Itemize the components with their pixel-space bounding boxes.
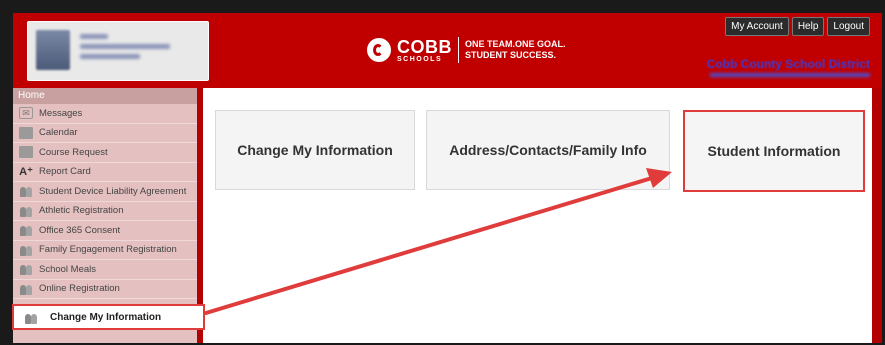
sidebar-item-label: Office 365 Consent [39, 224, 121, 236]
people-icon [24, 310, 42, 324]
slogan-line-1: ONE TEAM.ONE GOAL. [465, 39, 566, 49]
address-contacts-family-card[interactable]: Address/Contacts/Family Info [426, 110, 670, 190]
sidebar-item-label: Messages [39, 107, 83, 119]
cobb-logo-icon [367, 38, 391, 62]
user-id-redacted [80, 54, 140, 59]
portal-window: COBB SCHOOLS ONE TEAM.ONE GOAL. STUDENT … [13, 13, 882, 343]
calendar-icon [19, 126, 33, 139]
logo-slogan: ONE TEAM.ONE GOAL. STUDENT SUCCESS. [465, 39, 566, 61]
sidebar-item-change-my-information[interactable]: Change My Information [12, 304, 205, 330]
district-subtitle-redacted [710, 73, 870, 77]
people-icon [19, 185, 33, 198]
sidebar-item-calendar[interactable]: Calendar [13, 124, 197, 143]
avatar [36, 30, 70, 70]
report-card-icon: A⁺ [19, 166, 33, 179]
change-my-information-card[interactable]: Change My Information [215, 110, 415, 190]
people-icon [19, 205, 33, 217]
user-card[interactable] [27, 21, 209, 81]
user-name-redacted [80, 34, 108, 39]
people-icon [19, 283, 33, 295]
help-button[interactable]: Help [791, 17, 825, 36]
sidebar-home[interactable]: Home [13, 88, 197, 104]
sidebar-item-online-registration[interactable]: Online Registration [13, 280, 197, 299]
my-account-button[interactable]: My Account [725, 17, 789, 36]
sidebar-item-label: Family Engagement Registration [39, 244, 177, 256]
sidebar-item-device-liability[interactable]: Student Device Liability Agreement [13, 182, 197, 202]
main-content: Change My Information Address/Contacts/F… [203, 88, 872, 343]
envelope-icon: ✉ [19, 107, 33, 120]
sidebar-item-athletic-registration[interactable]: Athletic Registration [13, 202, 197, 221]
logo-small: SCHOOLS [397, 55, 443, 63]
sidebar-item-label: Report Card [39, 166, 91, 178]
top-buttons: My Account Help Logout [725, 17, 870, 36]
user-school-redacted [80, 44, 170, 49]
card-label: Student Information [707, 143, 841, 159]
people-icon [19, 224, 33, 237]
district-name: Cobb County School District [706, 57, 870, 71]
sidebar-item-school-meals[interactable]: School Meals [13, 260, 197, 280]
people-icon [19, 244, 33, 256]
card-label: Change My Information [237, 142, 393, 158]
sidebar-item-label: Calendar [39, 127, 78, 139]
logo-word: COBB [397, 36, 452, 57]
sidebar-item-label: Online Registration [39, 283, 120, 295]
course-request-icon [19, 146, 33, 159]
logo-divider [458, 37, 459, 63]
sidebar-item-label: Course Request [39, 146, 108, 158]
logo-wordmark: COBB SCHOOLS [397, 38, 452, 63]
sidebar-item-report-card[interactable]: A⁺ Report Card [13, 163, 197, 182]
sidebar-item-family-engagement[interactable]: Family Engagement Registration [13, 241, 197, 260]
sidebar-item-label: School Meals [39, 263, 97, 275]
card-label: Address/Contacts/Family Info [449, 142, 647, 158]
sidebar-item-office-365-consent[interactable]: Office 365 Consent [13, 221, 197, 241]
slogan-line-2: STUDENT SUCCESS. [465, 50, 557, 60]
sidebar-item-messages[interactable]: ✉ Messages [13, 104, 197, 124]
sidebar-item-course-request[interactable]: Course Request [13, 143, 197, 163]
logout-button[interactable]: Logout [827, 17, 870, 36]
cobb-logo: COBB SCHOOLS ONE TEAM.ONE GOAL. STUDENT … [367, 35, 566, 65]
student-information-card[interactable]: Student Information [683, 110, 865, 192]
sidebar-item-label: Student Device Liability Agreement [39, 185, 187, 197]
sidebar-item-label: Athletic Registration [39, 205, 124, 217]
sidebar-selected-label: Change My Information [50, 311, 162, 323]
header: COBB SCHOOLS ONE TEAM.ONE GOAL. STUDENT … [13, 13, 882, 88]
people-icon [19, 263, 33, 276]
